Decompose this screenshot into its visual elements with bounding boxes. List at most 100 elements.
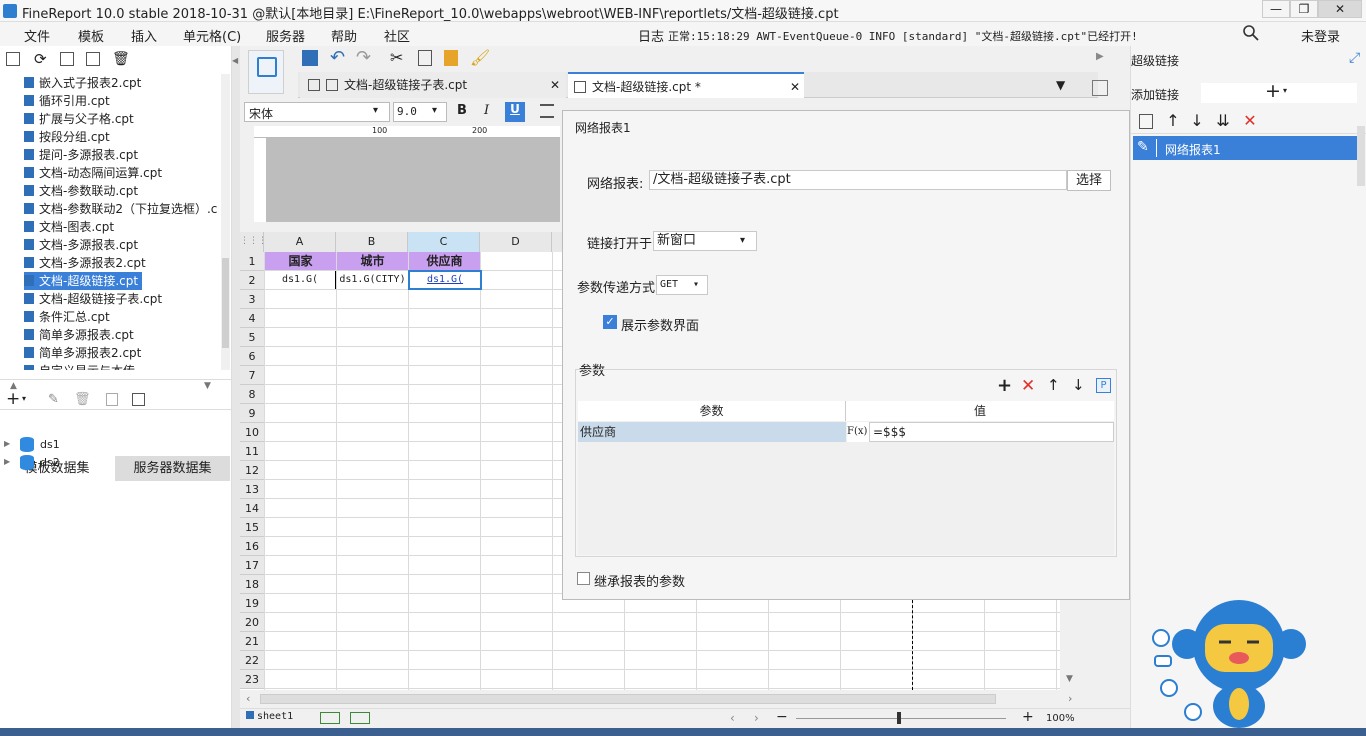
menu-cell[interactable]: 单元格(C): [183, 26, 241, 45]
row-header[interactable]: 3: [240, 290, 264, 309]
row-header[interactable]: 14: [240, 499, 264, 518]
redo-icon[interactable]: ↷: [356, 47, 371, 68]
paste-icon[interactable]: [444, 50, 458, 66]
template-props-button[interactable]: [248, 50, 284, 94]
menu-template[interactable]: 模板: [78, 26, 104, 45]
add-dataset-icon[interactable]: +: [6, 389, 20, 409]
row-header[interactable]: 20: [240, 613, 264, 632]
open-in-select[interactable]: 新窗口 ▾: [653, 231, 757, 251]
font-select[interactable]: 宋体 ▾: [244, 102, 390, 122]
menu-server[interactable]: 服务器: [266, 26, 305, 45]
search-icon[interactable]: [1242, 24, 1260, 42]
add-form-sheet-icon[interactable]: [350, 712, 370, 724]
vertical-scrollbar[interactable]: ▼: [1062, 600, 1078, 690]
sheet-next-icon[interactable]: ›: [754, 711, 759, 725]
file-item[interactable]: 文档-动态隔间运算.cpt: [24, 164, 166, 182]
locate-icon[interactable]: [60, 52, 74, 66]
param-value-field[interactable]: =$$$: [869, 422, 1114, 442]
move-up-icon[interactable]: ↑: [1164, 112, 1182, 130]
row-header[interactable]: 2: [240, 271, 264, 290]
zoom-thumb[interactable]: [897, 712, 901, 724]
collapse-bar[interactable]: ◀: [232, 46, 240, 736]
delete-param-icon[interactable]: ✕: [1021, 376, 1035, 396]
menu-file[interactable]: 文件: [24, 26, 50, 45]
doc-tab-subreport[interactable]: 文档-超级链接子表.cpt ✕: [300, 72, 566, 98]
close-tab-icon[interactable]: ✕: [550, 72, 560, 98]
tree-scrollbar[interactable]: [221, 74, 230, 370]
zoom-out-icon[interactable]: −: [776, 709, 788, 725]
new-folder-icon[interactable]: [6, 52, 20, 66]
param-name-cell[interactable]: 供应商: [578, 422, 846, 442]
zoom-in-icon[interactable]: +: [1022, 709, 1034, 725]
horizontal-scrollbar[interactable]: ‹ ›: [240, 690, 1078, 708]
cell-a2[interactable]: ds1.G(: [265, 271, 336, 289]
move-up-icon[interactable]: ↑: [1047, 376, 1060, 394]
edit-icon[interactable]: ✎: [48, 392, 59, 407]
formula-icon[interactable]: F(x): [847, 422, 869, 442]
row-header[interactable]: 19: [240, 594, 264, 613]
method-select[interactable]: GET ▾: [656, 275, 708, 295]
row-header[interactable]: 22: [240, 651, 264, 670]
delete-link-icon[interactable]: ✕: [1241, 112, 1259, 130]
pin-icon[interactable]: ⤢: [1349, 50, 1360, 66]
delete-dataset-icon[interactable]: 🗑: [74, 392, 91, 407]
row-header[interactable]: 17: [240, 556, 264, 575]
copy-link-icon[interactable]: [1139, 114, 1153, 129]
save-icon[interactable]: [302, 50, 318, 66]
sheet-tab[interactable]: sheet1: [246, 711, 293, 722]
file-item[interactable]: 文档-多源报表2.cpt: [24, 254, 150, 272]
report-path-field[interactable]: /文档-超级链接子表.cpt: [649, 170, 1067, 190]
bold-icon[interactable]: B: [457, 103, 467, 118]
lock-icon[interactable]: [86, 52, 100, 66]
link-list-item[interactable]: ✎ 网络报表1: [1133, 136, 1357, 160]
zoom-slider[interactable]: [796, 718, 1006, 719]
row-header[interactable]: 12: [240, 461, 264, 480]
row-header[interactable]: 18: [240, 575, 264, 594]
file-item[interactable]: 条件汇总.cpt: [24, 308, 114, 326]
select-all-corner[interactable]: ⋮⋮⋮: [240, 232, 267, 252]
doc-tab-hyperlink[interactable]: 文档-超级链接.cpt * ✕: [568, 72, 804, 98]
inherit-params-checkbox[interactable]: [577, 572, 590, 585]
file-item[interactable]: 简单多源报表2.cpt: [24, 344, 145, 362]
column-header[interactable]: C: [408, 232, 480, 252]
cell-b2[interactable]: ds1.G(CITY): [337, 271, 408, 289]
column-header[interactable]: A: [264, 232, 336, 252]
move-down-icon[interactable]: ↓: [1188, 112, 1206, 130]
font-size-select[interactable]: 9.0 ▾: [393, 102, 447, 122]
italic-icon[interactable]: I: [484, 103, 489, 118]
panel-scrollbar[interactable]: [1357, 126, 1365, 186]
cell-b1[interactable]: 城市: [337, 252, 408, 270]
row-header[interactable]: 16: [240, 537, 264, 556]
move-down-icon[interactable]: ↓: [1072, 376, 1085, 394]
file-item[interactable]: 文档-参数联动.cpt: [24, 182, 142, 200]
file-item[interactable]: 自定义显示与本传: [24, 362, 139, 370]
row-header[interactable]: 21: [240, 632, 264, 651]
file-item[interactable]: 循环引用.cpt: [24, 92, 114, 110]
close-window-button[interactable]: ✕: [1318, 0, 1362, 18]
minimize-button[interactable]: —: [1262, 0, 1290, 18]
undo-icon[interactable]: ↶: [330, 47, 345, 68]
add-link-button[interactable]: + ▾: [1201, 80, 1357, 103]
cell-props-icon[interactable]: [1092, 80, 1108, 96]
login-link[interactable]: 未登录: [1301, 26, 1340, 45]
cell-a1[interactable]: 国家: [265, 252, 336, 270]
underline-icon[interactable]: U: [505, 102, 525, 122]
cut-icon[interactable]: ✂: [390, 48, 403, 67]
row-header[interactable]: 10: [240, 423, 264, 442]
file-item[interactable]: 文档-超级链接.cpt: [24, 272, 143, 290]
file-item[interactable]: 文档-超级链接子表.cpt: [24, 290, 166, 308]
tab-menu-icon[interactable]: ▼: [1056, 78, 1065, 92]
row-header[interactable]: 13: [240, 480, 264, 499]
file-item[interactable]: 文档-参数联动2（下拉复选框）.c: [24, 200, 220, 218]
menu-help[interactable]: 帮助: [331, 26, 357, 45]
choose-button[interactable]: 选择: [1067, 170, 1111, 191]
add-param-icon[interactable]: +: [997, 375, 1012, 396]
sheet-prev-icon[interactable]: ‹: [730, 711, 735, 725]
row-header[interactable]: 23: [240, 670, 264, 689]
row-header[interactable]: 1: [240, 252, 264, 271]
copy-icon[interactable]: [418, 50, 432, 66]
row-header[interactable]: 6: [240, 347, 264, 366]
refresh-icon[interactable]: ⟳: [34, 50, 47, 68]
file-item[interactable]: 简单多源报表.cpt: [24, 326, 138, 344]
file-item[interactable]: 按段分组.cpt: [24, 128, 114, 146]
